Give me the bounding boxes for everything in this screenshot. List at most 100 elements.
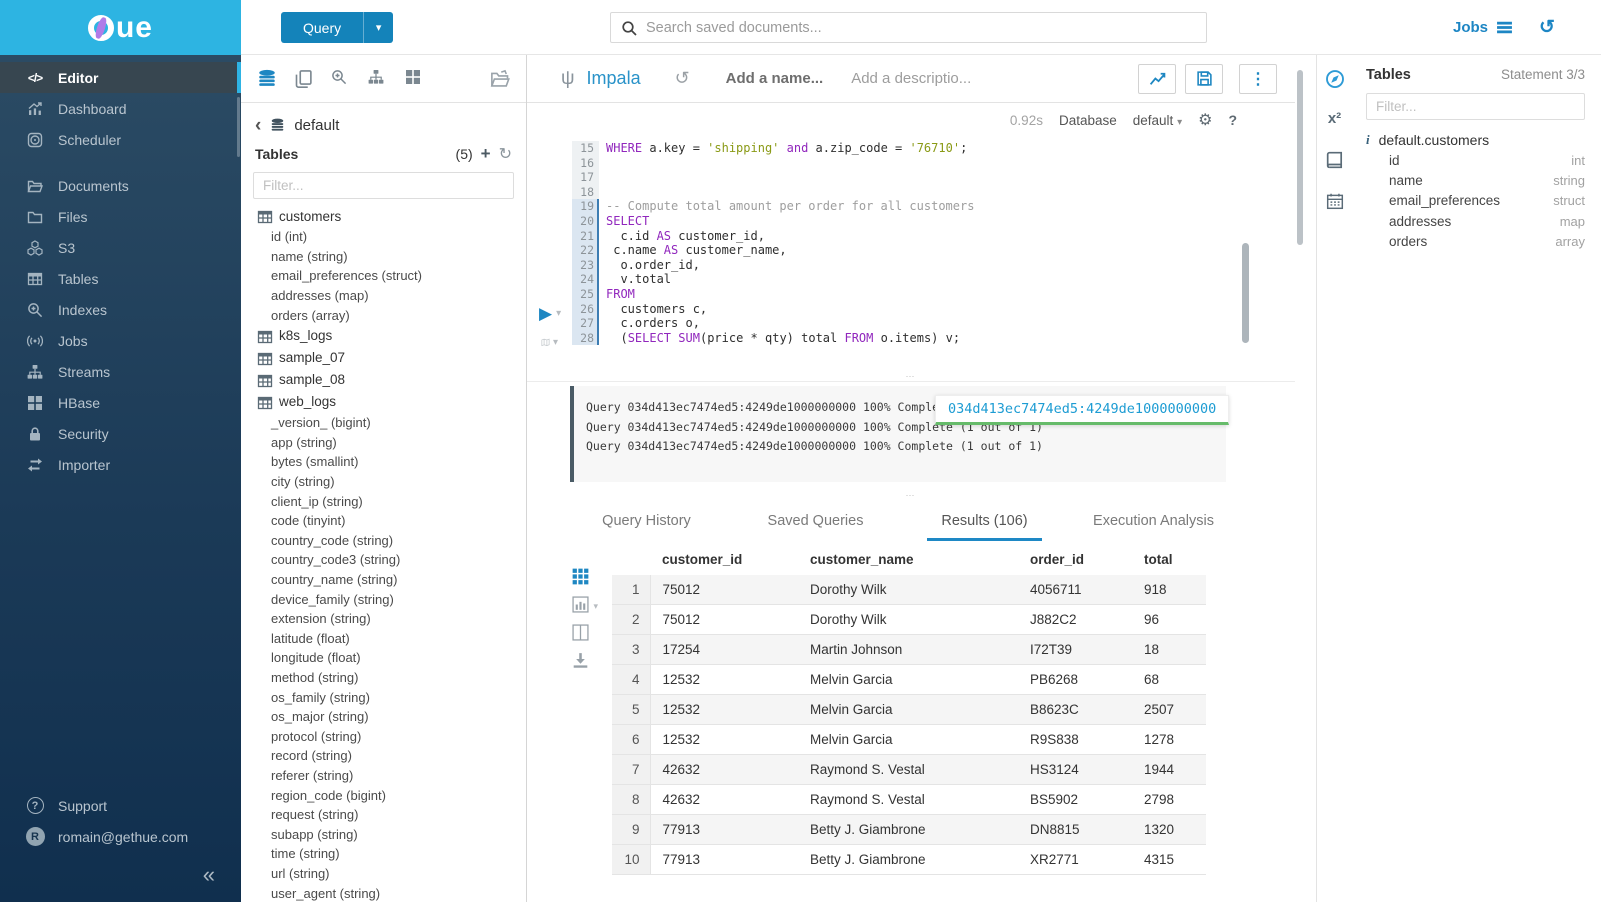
table-row[interactable]: 512532Melvin GarciaB8623C2507 [612, 695, 1206, 725]
column-item[interactable]: id (int) [257, 227, 526, 247]
download-icon[interactable] [572, 652, 589, 669]
editor-scrollbar[interactable] [1242, 243, 1249, 343]
sidebar-item-importer[interactable]: Importer [0, 449, 241, 480]
column-item[interactable]: longitude (float) [257, 648, 526, 668]
table-row[interactable]: 977913Betty J. GiambroneDN88151320 [612, 815, 1206, 845]
sidebar-item-indexes[interactable]: Indexes [0, 294, 241, 325]
presentation-mode-icon[interactable]: ▾ [541, 335, 558, 350]
column-item[interactable]: os_family (string) [257, 687, 526, 707]
table-row[interactable]: 275012Dorothy WilkJ882C296 [612, 605, 1206, 635]
tab-execution-analysis[interactable]: Execution Analysis [1069, 505, 1238, 550]
sidebar-item-support[interactable]: ? Support [0, 790, 241, 821]
search-input[interactable] [646, 20, 1196, 36]
column-item[interactable]: device_family (string) [257, 589, 526, 609]
column-item[interactable]: code (tinyint) [257, 511, 526, 531]
column-item[interactable]: protocol (string) [257, 726, 526, 746]
active-table[interactable]: i default.customers [1366, 132, 1585, 148]
sidebar-item-s3[interactable]: S3 [0, 232, 241, 263]
sidebar-item-streams[interactable]: Streams [0, 356, 241, 387]
sidebar-item-dashboard[interactable]: Dashboard [0, 93, 241, 124]
more-actions-button[interactable]: ⋮ [1239, 64, 1277, 94]
column-item[interactable]: referer (string) [257, 766, 526, 786]
column-item[interactable]: os_major (string) [257, 707, 526, 727]
column-item[interactable]: email_preferences (struct) [257, 266, 526, 286]
table-item[interactable]: customers [257, 205, 526, 227]
search-plus-icon-search[interactable] [331, 69, 351, 89]
database-name[interactable]: default [294, 117, 339, 134]
column-item[interactable]: city (string) [257, 472, 526, 492]
table-row[interactable]: 412532Melvin GarciaPB626868 [612, 665, 1206, 695]
code-area[interactable]: 15WHERE a.key = 'shipping' and a.zip_cod… [572, 141, 1255, 345]
column-item[interactable]: bytes (smallint) [257, 452, 526, 472]
column-item[interactable]: subapp (string) [257, 824, 526, 844]
chart-type-caret-icon[interactable]: ▾ [593, 601, 598, 612]
back-chevron-icon[interactable]: ‹ [255, 119, 261, 133]
column-header[interactable]: customer_id [650, 545, 798, 575]
column-item[interactable]: addresses (map) [257, 286, 526, 306]
sidenav-scrollbar[interactable] [237, 97, 240, 157]
column-item[interactable]: method (string) [257, 668, 526, 688]
sitemap-icon-workflows[interactable] [368, 69, 388, 89]
column-row[interactable]: email_preferencesstruct [1366, 191, 1585, 211]
right-panel-filter-input[interactable] [1366, 93, 1585, 120]
query-id-link[interactable]: 034d413ec7474ed5:4249de1000000000 [935, 395, 1229, 425]
column-row[interactable]: addressesmap [1366, 211, 1585, 231]
column-item[interactable]: latitude (float) [257, 629, 526, 649]
compass-icon[interactable] [1325, 69, 1345, 89]
new-query-button[interactable]: Query [281, 12, 363, 43]
query-description-field[interactable]: Add a descriptio... [851, 70, 971, 87]
table-item[interactable]: sample_07 [257, 347, 526, 369]
tab-query-history[interactable]: Query History [562, 505, 731, 550]
column-item[interactable]: region_code (bigint) [257, 785, 526, 805]
column-item[interactable]: name (string) [257, 247, 526, 267]
sidebar-item-files[interactable]: Files [0, 201, 241, 232]
help-question-icon[interactable]: ? [1228, 112, 1237, 128]
chart-button[interactable] [1138, 64, 1176, 94]
sidebar-item-documents[interactable]: Documents [0, 170, 241, 201]
page-scrollbar[interactable] [1297, 70, 1303, 245]
engine-name[interactable]: Impala [587, 68, 641, 89]
columns-view-icon[interactable] [572, 624, 589, 641]
column-item[interactable]: orders (array) [257, 305, 526, 325]
functions-icon[interactable]: x² [1325, 110, 1345, 130]
query-name-field[interactable]: Add a name... [726, 70, 824, 87]
column-item[interactable]: country_code (string) [257, 531, 526, 551]
table-row[interactable]: 742632Raymond S. VestalHS31241944 [612, 755, 1206, 785]
column-item[interactable]: country_code3 (string) [257, 550, 526, 570]
tab-results-106[interactable]: Results (106) [900, 505, 1069, 550]
column-item[interactable]: user_agent (string) [257, 883, 526, 902]
column-item[interactable]: time (string) [257, 844, 526, 864]
sidebar-item-security[interactable]: Security [0, 418, 241, 449]
column-header[interactable]: total [1132, 545, 1206, 575]
table-item[interactable]: sample_08 [257, 369, 526, 391]
folder-open-icon-collections[interactable] [490, 69, 510, 89]
table-row[interactable]: 842632Raymond S. VestalBS59022798 [612, 785, 1206, 815]
column-item[interactable]: url (string) [257, 864, 526, 884]
assist-filter-input[interactable] [253, 172, 514, 199]
add-table-icon[interactable]: + [481, 144, 491, 164]
sidebar-item-editor[interactable]: </>Editor [0, 62, 241, 93]
execute-query-button[interactable]: ▶ [539, 305, 552, 322]
sql-editor[interactable]: ▶ ▾ ▾ 15WHERE a.key = 'shipping' and a.z… [527, 137, 1295, 365]
database-select[interactable]: default ▾ [1133, 113, 1182, 128]
global-search[interactable] [610, 12, 1207, 43]
column-row[interactable]: idint [1366, 150, 1585, 170]
table-item[interactable]: k8s_logs [257, 325, 526, 347]
database-icon-databases[interactable] [257, 69, 277, 89]
sidebar-item-hbase[interactable]: HBase [0, 387, 241, 418]
column-header[interactable]: order_id [1018, 545, 1132, 575]
settings-gear-icon[interactable]: ⚙ [1198, 110, 1212, 130]
schedule-icon[interactable] [1325, 192, 1345, 212]
column-item[interactable]: record (string) [257, 746, 526, 766]
hue-logo[interactable]: ue [0, 0, 241, 55]
column-header[interactable]: customer_name [798, 545, 1018, 575]
editor-resize-grip[interactable]: ⋯ [527, 373, 1295, 381]
column-item[interactable]: country_name (string) [257, 570, 526, 590]
tab-saved-queries[interactable]: Saved Queries [731, 505, 900, 550]
language-reference-icon[interactable] [1325, 151, 1345, 171]
chart-view-icon[interactable]: ▾ [572, 596, 589, 613]
column-item[interactable]: request (string) [257, 805, 526, 825]
refresh-icon[interactable]: ↻ [499, 144, 512, 164]
column-row[interactable]: ordersarray [1366, 232, 1585, 252]
sidebar-item-user[interactable]: R romain@gethue.com [0, 821, 241, 852]
